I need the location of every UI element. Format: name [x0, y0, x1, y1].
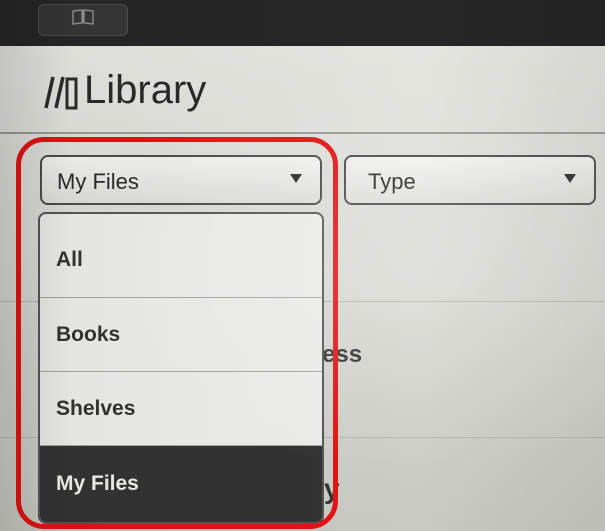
chevron-down-icon — [290, 174, 302, 183]
dropdown-option-label: My Files — [56, 472, 139, 495]
top-bar — [0, 0, 605, 46]
dropdown-option-label: Shelves — [56, 397, 136, 420]
library-header: Library — [0, 46, 605, 134]
dropdown-option-my-files[interactable]: My Files — [40, 446, 322, 522]
type-select[interactable]: Type — [344, 155, 596, 205]
background-row-text: y — [324, 473, 340, 504]
book-button[interactable] — [38, 4, 128, 36]
source-select[interactable]: My Files — [40, 155, 322, 205]
dropdown-option-all[interactable]: All — [40, 214, 322, 298]
dropdown-option-books[interactable]: Books — [40, 298, 322, 372]
type-select-value: Type — [368, 169, 416, 194]
background-row-text: ess — [322, 341, 363, 368]
book-icon — [72, 9, 94, 25]
dropdown-option-label: Books — [56, 323, 121, 346]
source-dropdown-menu: All Books Shelves My Files — [38, 212, 324, 524]
library-icon — [44, 76, 78, 110]
dropdown-option-shelves[interactable]: Shelves — [40, 372, 322, 446]
chevron-down-icon — [564, 174, 576, 183]
dropdown-option-label: All — [56, 248, 83, 271]
source-select-value: My Files — [57, 169, 139, 194]
page-title: Library — [84, 68, 207, 112]
